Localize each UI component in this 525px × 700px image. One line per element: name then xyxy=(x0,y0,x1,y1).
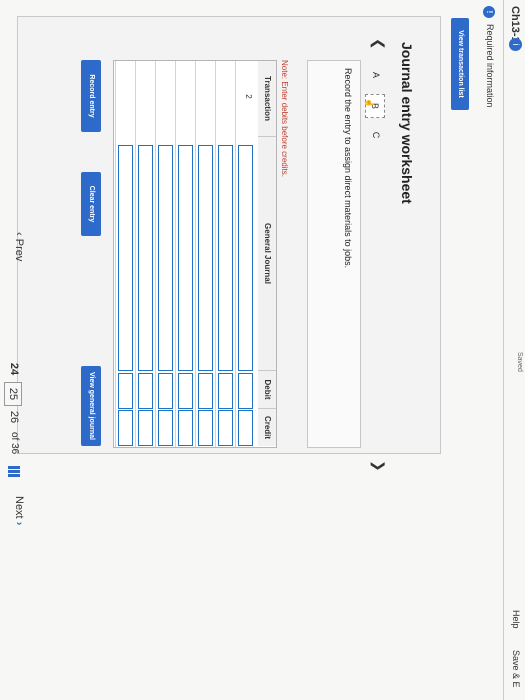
credit-input[interactable] xyxy=(238,410,253,446)
credit-input[interactable] xyxy=(138,410,153,446)
chevron-left-icon: ‹ xyxy=(13,232,25,236)
table-row xyxy=(135,61,136,447)
table-row xyxy=(115,61,116,447)
required-information-label[interactable]: Required information xyxy=(485,24,495,108)
debit-input[interactable] xyxy=(158,373,173,409)
general-journal-input[interactable] xyxy=(238,145,253,371)
debit-input[interactable] xyxy=(198,373,213,409)
general-journal-input[interactable] xyxy=(198,145,213,371)
info-icon[interactable]: i xyxy=(509,38,522,51)
grid-view-icon[interactable] xyxy=(8,466,20,478)
credit-input[interactable] xyxy=(158,410,173,446)
general-journal-input[interactable] xyxy=(158,145,173,371)
journal-entry-table: Transaction General Journal Debit Credit… xyxy=(113,60,277,448)
credit-input[interactable] xyxy=(118,410,133,446)
general-journal-input[interactable] xyxy=(218,145,233,371)
tab-a[interactable]: A xyxy=(367,64,385,86)
credit-input[interactable] xyxy=(178,410,193,446)
pointer-hand-icon: ☝ xyxy=(365,98,374,108)
page-24[interactable]: 24 xyxy=(8,358,20,380)
view-transaction-list-button[interactable]: View transaction list xyxy=(451,18,469,110)
general-journal-input[interactable] xyxy=(118,145,133,371)
debit-input[interactable] xyxy=(218,373,233,409)
next-button[interactable]: Next › xyxy=(13,496,25,525)
next-label: Next xyxy=(13,496,25,519)
debit-input[interactable] xyxy=(178,373,193,409)
credit-input[interactable] xyxy=(218,410,233,446)
alert-icon: ! xyxy=(483,6,495,18)
general-journal-input[interactable] xyxy=(138,145,153,371)
prev-label: Prev xyxy=(13,238,25,262)
record-entry-button[interactable]: Record entry xyxy=(81,60,101,132)
table-row xyxy=(155,61,156,447)
table-row xyxy=(235,61,236,447)
chevron-right-icon: › xyxy=(13,521,25,526)
transaction-number: 2 xyxy=(244,94,253,99)
column-header-credit: Credit xyxy=(258,409,276,446)
clear-entry-button[interactable]: Clear entry xyxy=(81,172,101,236)
column-header-general-journal: General Journal xyxy=(258,137,276,371)
header-divider xyxy=(503,0,504,700)
instruction-text: Record the entry to assign direct materi… xyxy=(343,68,353,269)
homework-page: Ch13-17 i Saved Help Save & E ! Required… xyxy=(0,0,525,700)
table-row xyxy=(215,61,216,447)
help-link[interactable]: Help xyxy=(511,610,521,629)
chevron-right-icon[interactable]: ❯ xyxy=(370,460,387,472)
photo-background: Ch13-17 i Saved Help Save & E ! Required… xyxy=(0,0,525,700)
debit-input[interactable] xyxy=(138,373,153,409)
credit-input[interactable] xyxy=(198,410,213,446)
saved-status: Saved xyxy=(516,352,523,372)
debit-credit-note: Note: Enter debits before credits. xyxy=(280,60,289,177)
page-26[interactable]: 26 xyxy=(8,406,20,428)
debit-input[interactable] xyxy=(238,373,253,409)
worksheet-title: Journal entry worksheet xyxy=(399,42,415,204)
view-general-journal-button[interactable]: View general journal xyxy=(81,366,101,446)
column-header-transaction: Transaction xyxy=(258,61,276,137)
debit-input[interactable] xyxy=(118,373,133,409)
general-journal-input[interactable] xyxy=(178,145,193,371)
table-row xyxy=(175,61,176,447)
save-exit-link[interactable]: Save & E xyxy=(511,650,521,688)
page-total: of 36 xyxy=(9,432,20,455)
prev-button[interactable]: ‹ Prev xyxy=(13,232,25,261)
column-header-debit: Debit xyxy=(258,371,276,409)
tab-c[interactable]: C xyxy=(367,124,385,146)
page-25[interactable]: 25 xyxy=(4,382,22,406)
chevron-left-icon[interactable]: ❮ xyxy=(370,38,387,50)
table-row xyxy=(195,61,196,447)
